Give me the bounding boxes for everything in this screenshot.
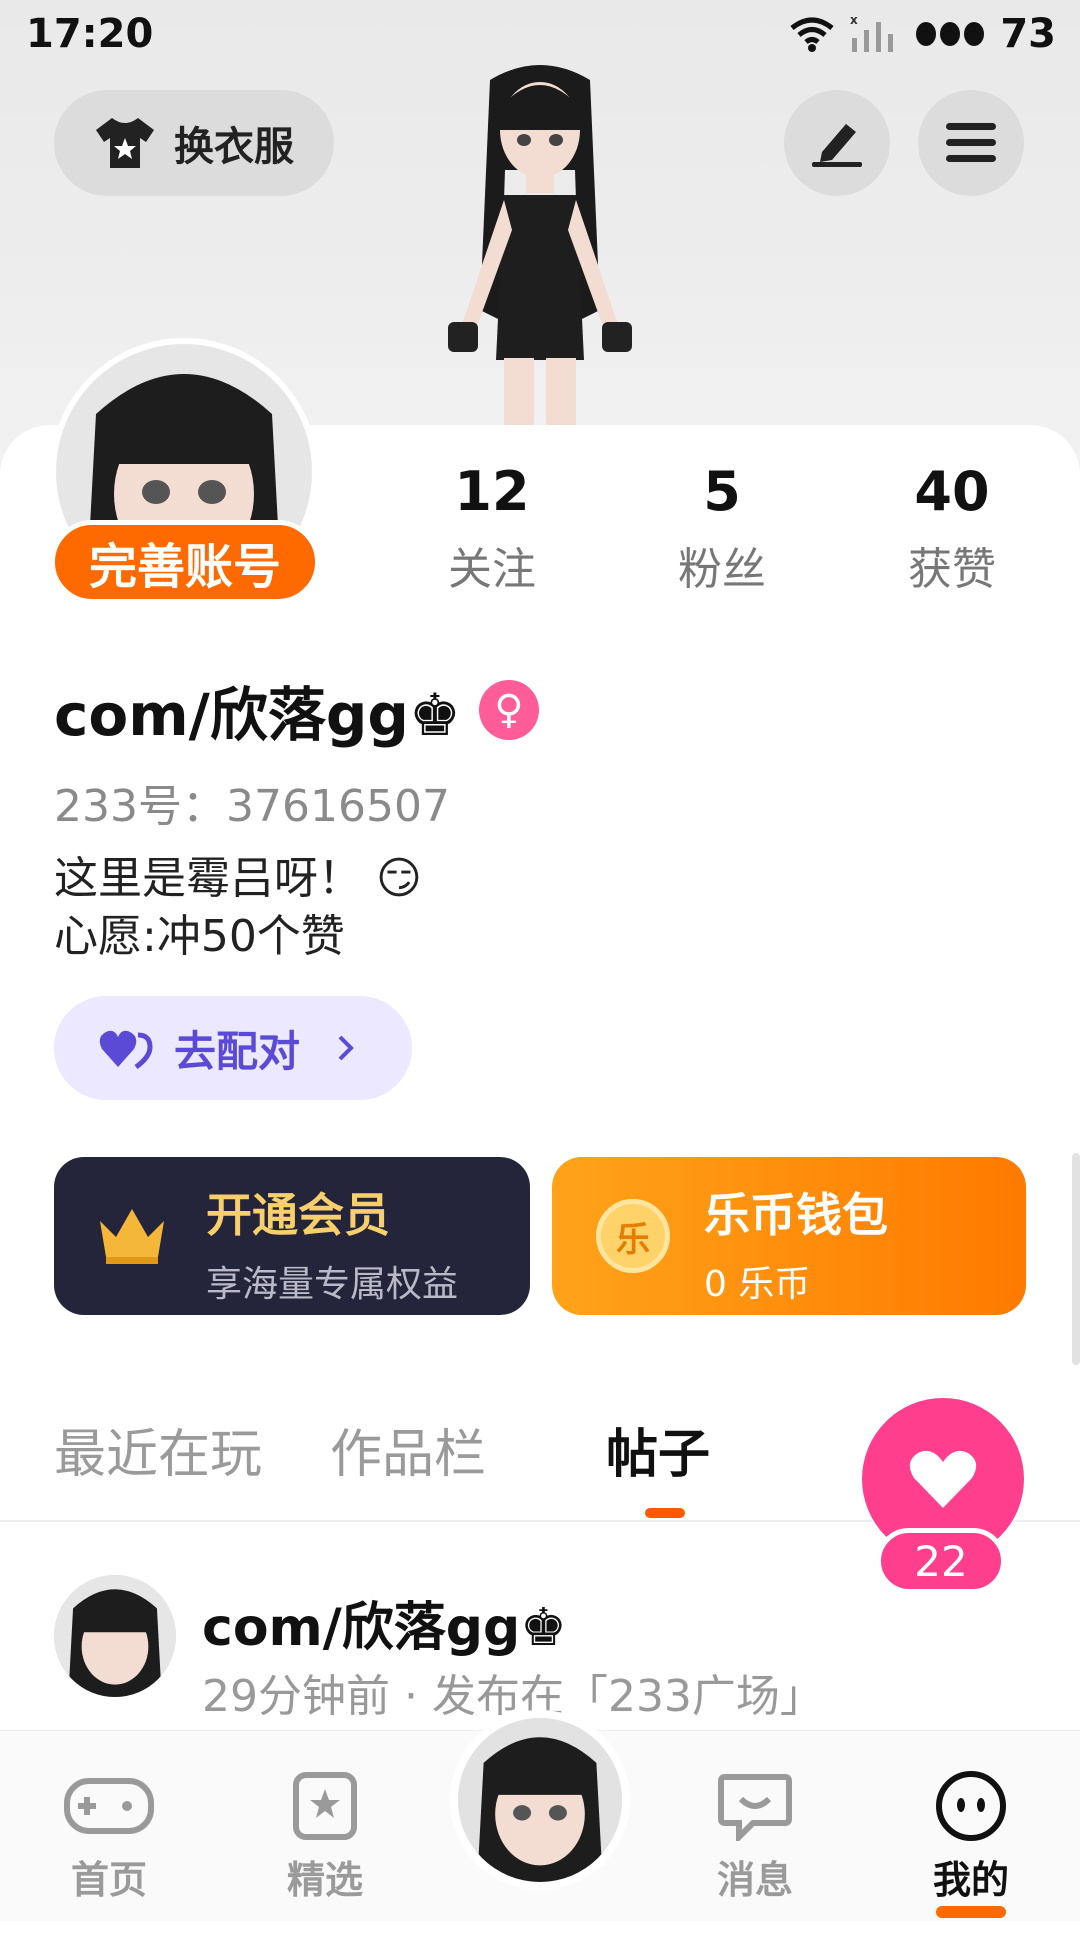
stat-following-value: 12 [454,460,530,523]
profile-uid[interactable]: 233号：37616507 [54,770,450,834]
vip-subtitle: 享海量专属权益 [206,1264,459,1305]
tab-works[interactable]: 作品栏 [330,1412,606,1487]
match-button[interactable]: 去配对 [54,996,412,1100]
female-gender-icon: ♀ [478,680,539,740]
coin-glyph: 乐 [616,1219,650,1260]
stat-likes-value: 40 [914,460,990,523]
nav-me-indicator [936,1906,1006,1918]
bio-line-1: 这里是霉吕呀！ 😏 [54,853,422,904]
nav-center-avatar[interactable] [458,1718,622,1882]
post-avatar-illustration [54,1575,176,1697]
change-outfit-label: 换衣服 [174,124,294,170]
pen-icon [812,124,862,167]
hamburger-icon [946,123,996,162]
heart-icon [909,1450,977,1508]
nav-home-label: 首页 [70,1858,147,1902]
avatar-3d-figure[interactable] [400,60,680,430]
signal-icon: x [850,14,894,52]
nav-me[interactable]: 我的 [906,1763,1036,1918]
battery-level: 73 [1000,11,1056,57]
smiley-face-icon [936,1771,1006,1841]
stat-likes-label: 获赞 [908,544,996,595]
post-author-avatar[interactable] [54,1575,176,1697]
menu-button[interactable] [918,90,1024,196]
chat-bubble-icon [718,1774,792,1841]
post-meta: 29分钟前 · 发布在「233广场」 [202,1671,824,1722]
wallet-balance: 0 乐币 [704,1264,811,1305]
like-count-badge: 22 [876,1528,1006,1594]
nav-messages[interactable]: 消息 [690,1763,820,1904]
svg-text:x: x [850,14,858,27]
nav-me-label: 我的 [932,1858,1009,1902]
star-card-icon [293,1772,357,1840]
wallet-title: 乐币钱包 [704,1188,888,1242]
nav-home[interactable]: 首页 [44,1763,174,1904]
shirt-icon [96,118,154,168]
nav-messages-label: 消息 [716,1858,793,1902]
nav-featured-label: 精选 [286,1858,363,1902]
battery-dots-icon [916,22,985,46]
change-outfit-button[interactable]: 换衣服 [54,90,334,196]
profile-bio: 这里是霉吕呀！ 😏 心愿:冲50个赞 [54,850,422,966]
status-icons: x 73 [790,11,1056,57]
double-heart-icon [99,1030,153,1069]
stat-following-label: 关注 [448,544,536,595]
bio-line-2: 心愿:冲50个赞 [54,911,345,962]
tab-posts[interactable]: 帖子 [606,1412,882,1487]
stat-following[interactable]: 12 关注 [412,460,572,597]
tab-recent-play[interactable]: 最近在玩 [54,1412,330,1487]
side-scroll-handle[interactable] [1072,1153,1080,1365]
crown-icon [100,1209,164,1264]
stat-fans-value: 5 [703,460,741,523]
nav-avatar-illustration [458,1718,622,1882]
status-time: 17:20 [26,11,154,57]
vip-title: 开通会员 [206,1188,390,1242]
chevron-right-icon [338,1035,354,1061]
complete-account-button[interactable]: 完善账号 [50,520,320,604]
profile-username: com/欣落gg♚ [54,681,461,749]
match-label: 去配对 [174,1026,301,1076]
stat-fans[interactable]: 5 粉丝 [642,460,802,597]
post-author-name[interactable]: com/欣落gg♚ [202,1585,567,1660]
wifi-icon [790,17,834,52]
wallet-card[interactable]: 乐 乐币钱包 0 乐币 [552,1157,1026,1315]
profile-username-row: com/欣落gg♚ ♀ [54,668,539,752]
edit-profile-button[interactable] [784,90,890,196]
vip-card[interactable]: 开通会员 享海量专属权益 [54,1157,530,1315]
stat-fans-label: 粉丝 [678,544,766,595]
nav-featured[interactable]: 精选 [260,1763,390,1904]
gamepad-icon [64,1778,154,1834]
coin-icon: 乐 [596,1199,670,1273]
active-tab-indicator [645,1508,685,1518]
stat-likes[interactable]: 40 获赞 [872,460,1032,597]
status-bar: 17:20 x 73 [26,8,1056,60]
